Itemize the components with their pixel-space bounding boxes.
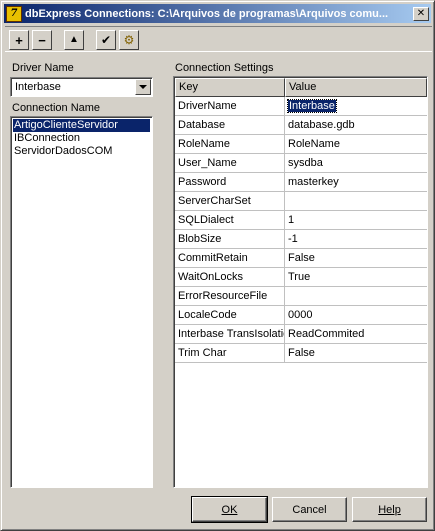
key-column-header[interactable]: Key xyxy=(175,78,285,97)
table-row[interactable]: ErrorResourceFile xyxy=(175,287,427,306)
close-icon: ✕ xyxy=(416,7,426,19)
table-row[interactable]: LocaleCode 0000 xyxy=(175,306,427,325)
delete-connection-button[interactable]: − xyxy=(32,30,52,50)
table-row[interactable]: ServerCharSet xyxy=(175,192,427,211)
table-row[interactable]: BlobSize -1 xyxy=(175,230,427,249)
setting-key-cell[interactable]: BlobSize xyxy=(175,230,285,249)
help-button-label: Help xyxy=(378,503,401,516)
close-button[interactable]: ✕ xyxy=(413,6,429,21)
test-connection-button[interactable]: ✔ xyxy=(96,30,116,50)
driver-name-select[interactable]: Interbase xyxy=(10,77,153,97)
list-item[interactable]: ArtigoClienteServidor xyxy=(13,119,150,132)
driver-settings-button[interactable]: ⚙ xyxy=(119,30,139,50)
setting-key-cell[interactable]: User_Name xyxy=(175,154,285,173)
table-row[interactable]: Trim Char False xyxy=(175,344,427,363)
setting-key-cell[interactable]: CommitRetain xyxy=(175,249,285,268)
setting-key-cell[interactable]: DriverName xyxy=(175,97,285,116)
gear-icon: ⚙ xyxy=(123,33,135,47)
cancel-button[interactable]: Cancel xyxy=(272,497,347,522)
minus-icon: − xyxy=(38,32,46,48)
up-arrow-icon: ▲ xyxy=(69,34,79,45)
setting-key-cell[interactable]: ServerCharSet xyxy=(175,192,285,211)
table-row[interactable]: Database database.gdb xyxy=(175,116,427,135)
ok-button[interactable]: OK xyxy=(191,496,268,523)
connection-list[interactable]: ArtigoClienteServidor IBConnection Servi… xyxy=(10,116,153,488)
table-row[interactable]: SQLDialect 1 xyxy=(175,211,427,230)
window-title: dbExpress Connections: C:\Arquivos de pr… xyxy=(25,7,389,20)
add-connection-button[interactable]: + xyxy=(9,30,29,50)
setting-key-cell[interactable]: SQLDialect xyxy=(175,211,285,230)
setting-key-cell[interactable]: RoleName xyxy=(175,135,285,154)
list-item[interactable]: ServidorDadosCOM xyxy=(13,145,150,158)
setting-value-cell[interactable]: ReadCommited xyxy=(285,325,427,344)
table-row[interactable]: RoleName RoleName xyxy=(175,135,427,154)
setting-value-cell[interactable]: RoleName xyxy=(285,135,427,154)
setting-value-cell[interactable]: Interbase xyxy=(285,97,427,116)
setting-value-cell[interactable]: 1 xyxy=(285,211,427,230)
setting-value-cell[interactable] xyxy=(285,192,427,211)
plus-icon: + xyxy=(15,32,23,48)
table-row[interactable]: Password masterkey xyxy=(175,173,427,192)
setting-key-cell[interactable]: Interbase TransIsolation xyxy=(175,325,285,344)
setting-key-cell[interactable]: ErrorResourceFile xyxy=(175,287,285,306)
setting-key-cell[interactable]: Trim Char xyxy=(175,344,285,363)
setting-value-cell[interactable]: sysdba xyxy=(285,154,427,173)
table-row[interactable]: Interbase TransIsolation ReadCommited xyxy=(175,325,427,344)
title-bar[interactable]: 7 dbExpress Connections: C:\Arquivos de … xyxy=(4,4,431,23)
setting-value-cell[interactable]: 0000 xyxy=(285,306,427,325)
connection-name-label: Connection Name xyxy=(12,102,101,114)
delphi-icon: 7 xyxy=(6,5,22,22)
ok-button-label: OK xyxy=(221,503,238,516)
setting-value-cell[interactable]: -1 xyxy=(285,230,427,249)
setting-key-cell[interactable]: LocaleCode xyxy=(175,306,285,325)
cancel-button-label: Cancel xyxy=(292,503,327,516)
grid-header: Key Value xyxy=(175,78,427,97)
table-row[interactable]: DriverName Interbase xyxy=(175,97,427,116)
table-row[interactable]: WaitOnLocks True xyxy=(175,268,427,287)
setting-value-cell[interactable]: masterkey xyxy=(285,173,427,192)
check-icon: ✔ xyxy=(100,33,112,47)
setting-key-cell[interactable]: Database xyxy=(175,116,285,135)
setting-value-cell[interactable]: False xyxy=(285,249,427,268)
toolbar: + − ▲ ✔ ⚙ xyxy=(5,26,432,52)
value-column-header[interactable]: Value xyxy=(285,78,427,97)
dbexpress-connections-window: 7 dbExpress Connections: C:\Arquivos de … xyxy=(0,0,435,531)
setting-value-cell[interactable] xyxy=(285,287,427,306)
driver-name-label: Driver Name xyxy=(12,62,74,74)
table-row[interactable]: CommitRetain False xyxy=(175,249,427,268)
list-item[interactable]: IBConnection xyxy=(13,132,150,145)
chevron-down-icon xyxy=(139,85,147,89)
setting-key-cell[interactable]: WaitOnLocks xyxy=(175,268,285,287)
setting-value-cell[interactable]: True xyxy=(285,268,427,287)
selected-value-text: Interbase xyxy=(287,99,337,113)
setting-key-cell[interactable]: Password xyxy=(175,173,285,192)
driver-name-value: Interbase xyxy=(15,81,61,93)
connection-settings-label: Connection Settings xyxy=(175,62,274,74)
table-row[interactable]: User_Name sysdba xyxy=(175,154,427,173)
setting-value-cell[interactable]: database.gdb xyxy=(285,116,427,135)
dropdown-button[interactable] xyxy=(135,79,151,95)
settings-grid[interactable]: Key Value DriverName Interbase Database dat… xyxy=(173,76,428,488)
setting-value-cell[interactable]: False xyxy=(285,344,427,363)
rename-connection-button[interactable]: ▲ xyxy=(64,30,84,50)
help-button[interactable]: Help xyxy=(352,497,427,522)
